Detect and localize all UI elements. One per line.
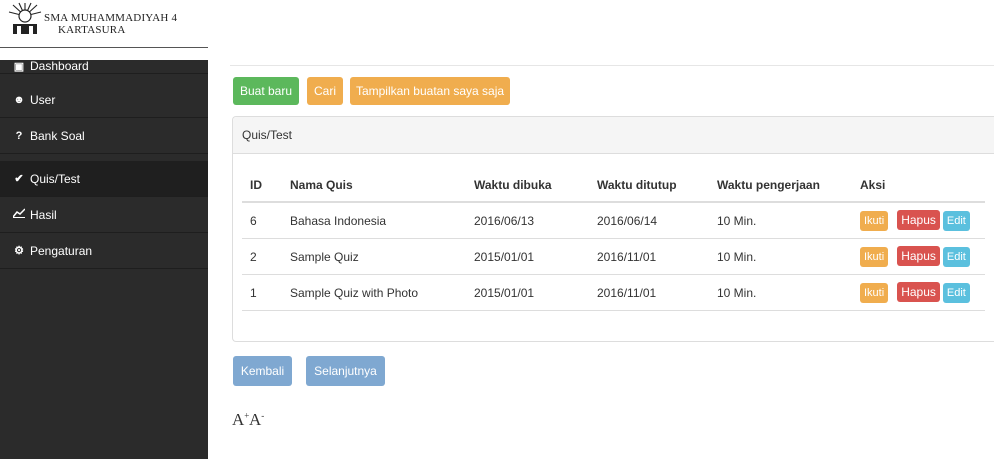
sidebar: ▣ Dashboard ☻ User ? Bank Soal ✔ Quis/Te…: [0, 60, 208, 459]
font-increase-button[interactable]: A+: [232, 410, 249, 430]
col-waktu-pengerjaan: Waktu pengerjaan: [717, 169, 860, 203]
col-waktu-ditutup: Waktu ditutup: [597, 169, 717, 203]
sidebar-item-user[interactable]: ☻ User: [0, 82, 208, 118]
cell-nama: Bahasa Indonesia: [290, 202, 474, 239]
dashboard-icon: ▣: [13, 61, 25, 73]
sidebar-item-label: Pengaturan: [30, 243, 93, 258]
content-divider: [230, 65, 994, 66]
panel-title: Quis/Test: [233, 117, 994, 154]
font-increase-letter: A: [232, 410, 245, 429]
cell-nama: Sample Quiz with Photo: [290, 274, 474, 311]
cell-ditutup: 2016/11/01: [597, 274, 717, 311]
sidebar-item-dashboard[interactable]: ▣ Dashboard: [0, 60, 208, 74]
tampilkan-buatan-saya-button[interactable]: Tampilkan buatan saya saja: [350, 77, 510, 105]
gear-icon: ⚙: [14, 245, 24, 257]
sidebar-item-label: User: [30, 92, 56, 107]
kembali-button[interactable]: Kembali: [233, 356, 292, 386]
cell-dibuka: 2016/06/13: [474, 202, 597, 239]
cell-dibuka: 2015/01/01: [474, 274, 597, 311]
cell-aksi: Ikuti Hapus Edit: [860, 202, 985, 239]
quiz-table: ID Nama Quis Waktu dibuka Waktu ditutup …: [242, 169, 985, 311]
sidebar-item-label: Hasil: [30, 207, 57, 222]
col-nama-quis: Nama Quis: [290, 169, 474, 203]
sidebar-item-label: Quis/Test: [30, 171, 81, 186]
sidebar-item-hasil[interactable]: Hasil: [0, 197, 208, 233]
school-name-line1: SMA MUHAMMADIYAH 4: [44, 12, 178, 24]
hapus-button[interactable]: Hapus: [897, 282, 940, 302]
col-waktu-dibuka: Waktu dibuka: [474, 169, 597, 203]
buat-baru-button[interactable]: Buat baru: [233, 77, 299, 105]
cell-id: 6: [242, 202, 290, 239]
font-decrease-letter: A: [249, 410, 262, 429]
col-aksi: Aksi: [860, 169, 985, 203]
edit-button[interactable]: Edit: [942, 283, 970, 303]
check-icon: ✔: [14, 173, 24, 185]
cell-pengerjaan: 10 Min.: [717, 274, 860, 311]
table-row: 1 Sample Quiz with Photo 2015/01/01 2016…: [242, 274, 985, 311]
school-name-line2: KARTASURA: [58, 24, 126, 36]
cell-pengerjaan: 10 Min.: [717, 238, 860, 275]
table-row: 2 Sample Quiz 2015/01/01 2016/11/01 10 M…: [242, 238, 985, 275]
main-content: Buat baru Cari Tampilkan buatan saya saj…: [208, 60, 994, 459]
line-chart-icon: [12, 208, 26, 221]
cell-ditutup: 2016/06/14: [597, 202, 717, 239]
sidebar-item-quis-test[interactable]: ✔ Quis/Test: [0, 161, 208, 197]
edit-button[interactable]: Edit: [942, 247, 970, 267]
selanjutnya-button[interactable]: Selanjutnya: [306, 356, 385, 386]
cell-pengerjaan: 10 Min.: [717, 202, 860, 239]
sidebar-item-pengaturan[interactable]: ⚙ Pengaturan: [0, 233, 208, 269]
table-row: 6 Bahasa Indonesia 2016/06/13 2016/06/14…: [242, 202, 985, 239]
font-decrease-mark: -: [261, 410, 265, 421]
question-icon: ?: [15, 129, 23, 142]
cell-ditutup: 2016/11/01: [597, 238, 717, 275]
table-header-row: ID Nama Quis Waktu dibuka Waktu ditutup …: [242, 169, 985, 203]
sidebar-item-label: Dashboard: [30, 60, 89, 73]
cell-dibuka: 2015/01/01: [474, 238, 597, 275]
cell-id: 1: [242, 274, 290, 311]
header: SMA MUHAMMADIYAH 4 KARTASURA: [0, 0, 994, 60]
cell-aksi: Ikuti Hapus Edit: [860, 238, 985, 275]
hapus-button[interactable]: Hapus: [897, 210, 940, 230]
edit-button[interactable]: Edit: [942, 211, 970, 231]
cell-aksi: Ikuti Hapus Edit: [860, 274, 985, 311]
cell-id: 2: [242, 238, 290, 275]
school-name: SMA MUHAMMADIYAH 4 KARTASURA: [44, 12, 177, 36]
quiz-panel: Quis/Test ID Nama Quis Waktu dibuka Wakt…: [232, 116, 994, 342]
school-logo-icon: [8, 2, 42, 34]
font-decrease-button[interactable]: A-: [249, 410, 264, 430]
cari-button[interactable]: Cari: [307, 77, 343, 105]
ikuti-button[interactable]: Ikuti: [860, 211, 889, 231]
col-id: ID: [242, 169, 290, 203]
hapus-button[interactable]: Hapus: [897, 246, 940, 266]
users-icon: ☻: [13, 93, 25, 106]
sidebar-item-bank-soal[interactable]: ? Bank Soal: [0, 118, 208, 154]
header-divider: [0, 47, 208, 48]
ikuti-button[interactable]: Ikuti: [860, 247, 889, 267]
ikuti-button[interactable]: Ikuti: [860, 283, 889, 303]
sidebar-item-label: Bank Soal: [30, 128, 85, 143]
cell-nama: Sample Quiz: [290, 238, 474, 275]
